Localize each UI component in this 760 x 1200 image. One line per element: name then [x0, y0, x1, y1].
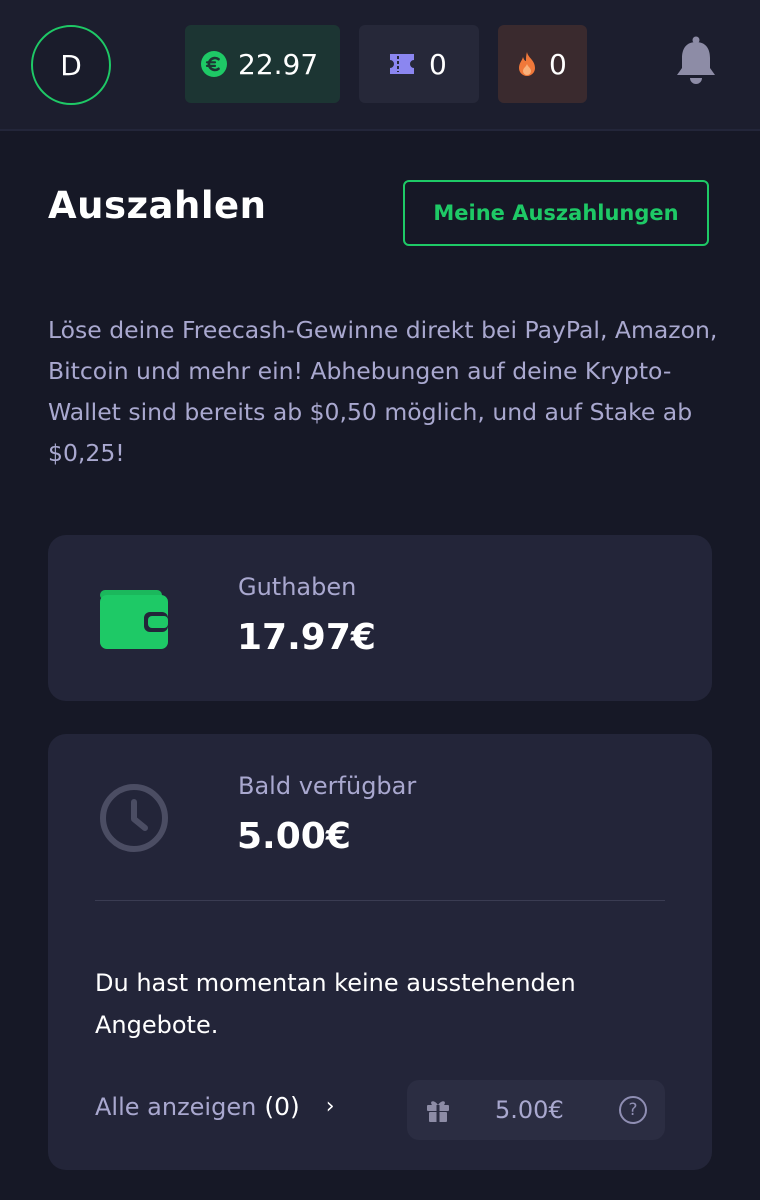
euro-icon — [200, 50, 228, 78]
show-all-label: Alle anzeigen — [95, 1092, 257, 1121]
cash-balance-value: 22.97 — [238, 47, 319, 81]
intro-text: Löse deine Freecash-Gewinne direkt bei P… — [48, 316, 718, 467]
show-all-count: (0) — [264, 1092, 300, 1121]
avatar[interactable]: D — [31, 25, 111, 105]
empty-offers-message: Du hast momentan keine ausstehenden Ange… — [95, 969, 576, 1039]
pending-card: Bald verfügbar 5.00€ Du hast momentan ke… — [48, 734, 712, 1170]
show-all-link[interactable]: Alle anzeigen (0) › — [95, 1092, 335, 1121]
help-icon[interactable]: ? — [619, 1096, 647, 1124]
balance-card: Guthaben 17.97€ — [48, 535, 712, 701]
avatar-initial: D — [60, 48, 82, 82]
page-title: Auszahlen — [48, 184, 267, 227]
divider — [95, 900, 665, 901]
streak-chip[interactable]: 0 — [498, 25, 587, 103]
tickets-chip[interactable]: 0 — [359, 25, 479, 103]
cash-balance-chip[interactable]: 22.97 — [185, 25, 340, 103]
pill-amount: 5.00€ — [495, 1096, 564, 1124]
balance-label: Guthaben — [238, 573, 357, 601]
pending-label: Bald verfügbar — [238, 772, 417, 800]
bell-icon[interactable] — [672, 34, 720, 86]
top-bar: D 22.97 0 0 — [0, 0, 760, 131]
flame-icon — [515, 50, 539, 78]
streak-count: 0 — [549, 47, 567, 81]
balance-amount: 17.97€ — [237, 617, 376, 658]
ticket-icon — [387, 51, 417, 77]
wallet-icon — [98, 586, 170, 656]
pending-amount-pill: 5.00€ ? — [407, 1080, 665, 1140]
my-withdrawals-button[interactable]: Meine Auszahlungen — [403, 180, 709, 246]
gift-icon — [425, 1097, 451, 1123]
pending-amount: 5.00€ — [237, 816, 351, 857]
chevron-right-icon: › — [325, 1094, 335, 1119]
tickets-count: 0 — [429, 47, 447, 81]
clock-icon — [98, 782, 170, 858]
